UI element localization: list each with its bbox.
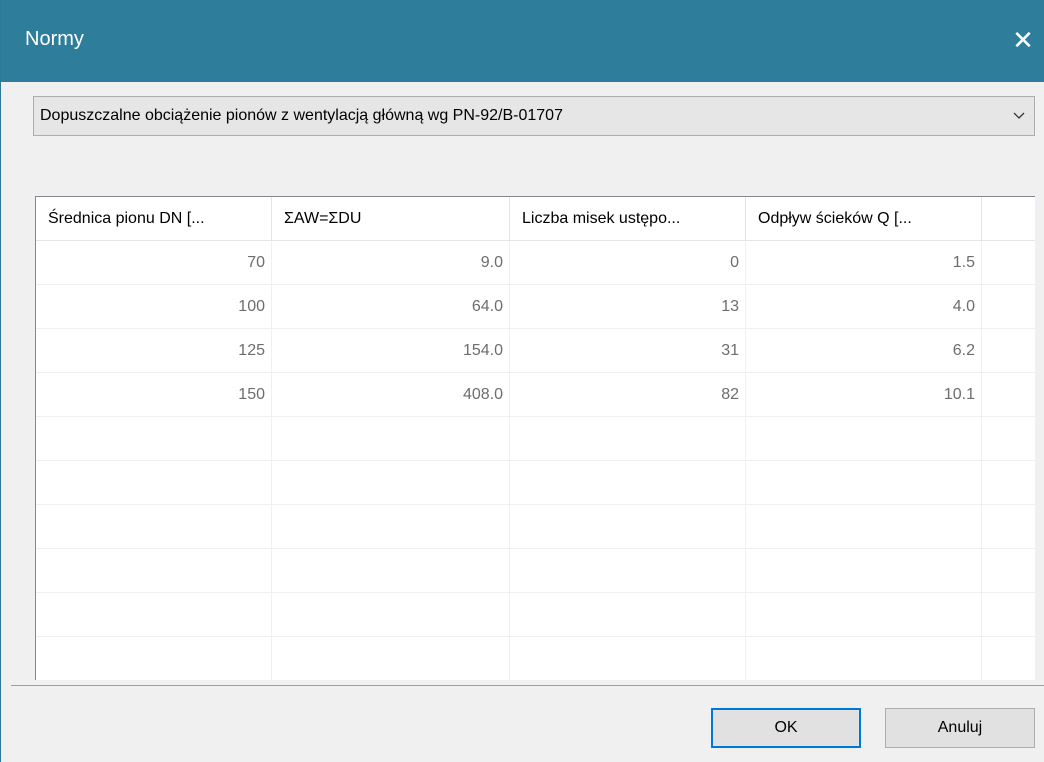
table-cell[interactable] — [272, 417, 510, 461]
column-header-diameter[interactable]: Średnica pionu DN [... — [36, 197, 272, 241]
column-header-filler — [982, 197, 1035, 241]
table-cell[interactable] — [272, 505, 510, 549]
table-cell[interactable] — [36, 461, 272, 505]
table-row[interactable] — [36, 637, 1035, 680]
table-cell[interactable]: 408.0 — [272, 373, 510, 417]
table-row[interactable]: 125 154.0 31 6.2 — [36, 329, 1035, 373]
table-cell — [982, 329, 1035, 373]
table-cell — [982, 285, 1035, 329]
table-cell[interactable] — [746, 549, 982, 593]
table-cell — [982, 505, 1035, 549]
table-cell[interactable] — [746, 417, 982, 461]
table-cell[interactable] — [36, 549, 272, 593]
table-cell[interactable] — [272, 593, 510, 637]
window-title: Normy — [25, 28, 84, 50]
table-cell — [982, 417, 1035, 461]
table-cell[interactable]: 100 — [36, 285, 272, 329]
table-cell[interactable]: 9.0 — [272, 241, 510, 285]
table-cell[interactable] — [272, 461, 510, 505]
table-row[interactable] — [36, 505, 1035, 549]
table-cell[interactable] — [746, 593, 982, 637]
close-icon[interactable]: ✕ — [1001, 18, 1044, 62]
table-header-row: Średnica pionu DN [... ΣAW=ΣDU Liczba mi… — [36, 197, 1035, 241]
table-cell — [982, 593, 1035, 637]
table-cell[interactable]: 6.2 — [746, 329, 982, 373]
table-cell[interactable] — [272, 637, 510, 680]
ok-button[interactable]: OK — [711, 708, 861, 748]
table-cell[interactable] — [36, 593, 272, 637]
column-header-toilet-count[interactable]: Liczba misek ustępo... — [510, 197, 746, 241]
table-cell — [982, 637, 1035, 680]
table-cell[interactable]: 0 — [510, 241, 746, 285]
table-row[interactable] — [36, 461, 1035, 505]
table-cell[interactable] — [746, 637, 982, 680]
title-bar[interactable]: Normy ✕ — [1, 0, 1044, 82]
table-cell[interactable]: 13 — [510, 285, 746, 329]
table-cell[interactable] — [510, 417, 746, 461]
table-cell[interactable]: 4.0 — [746, 285, 982, 329]
column-header-sum-aw-du[interactable]: ΣAW=ΣDU — [272, 197, 510, 241]
table-cell[interactable]: 154.0 — [272, 329, 510, 373]
table-cell[interactable] — [36, 637, 272, 680]
table-cell[interactable]: 10.1 — [746, 373, 982, 417]
table-row[interactable]: 70 9.0 0 1.5 — [36, 241, 1035, 285]
table-cell[interactable]: 31 — [510, 329, 746, 373]
norm-select-dropdown[interactable]: Dopuszczalne obciążenie pionów z wentyla… — [33, 96, 1035, 136]
table-cell[interactable]: 150 — [36, 373, 272, 417]
table-cell[interactable] — [746, 505, 982, 549]
table-cell[interactable] — [510, 593, 746, 637]
table-cell — [982, 461, 1035, 505]
table-cell[interactable] — [510, 637, 746, 680]
norms-table[interactable]: Średnica pionu DN [... ΣAW=ΣDU Liczba mi… — [35, 196, 1035, 680]
table-cell[interactable] — [36, 505, 272, 549]
table-cell[interactable]: 125 — [36, 329, 272, 373]
table-cell — [982, 241, 1035, 285]
table-cell[interactable] — [272, 549, 510, 593]
table-cell[interactable]: 1.5 — [746, 241, 982, 285]
table-cell[interactable] — [746, 461, 982, 505]
chevron-down-icon — [1013, 112, 1025, 119]
table-cell[interactable] — [510, 461, 746, 505]
table-cell[interactable]: 70 — [36, 241, 272, 285]
footer-divider — [11, 685, 1044, 686]
norm-select-value: Dopuszczalne obciążenie pionów z wentyla… — [40, 107, 563, 124]
table-cell[interactable] — [510, 549, 746, 593]
table-cell[interactable]: 64.0 — [272, 285, 510, 329]
column-header-outflow[interactable]: Odpływ ścieków Q [... — [746, 197, 982, 241]
table-row[interactable]: 150 408.0 82 10.1 — [36, 373, 1035, 417]
table-row[interactable] — [36, 549, 1035, 593]
table-row[interactable]: 100 64.0 13 4.0 — [36, 285, 1035, 329]
table-cell — [982, 549, 1035, 593]
table-cell[interactable]: 82 — [510, 373, 746, 417]
table-row[interactable] — [36, 593, 1035, 637]
cancel-button[interactable]: Anuluj — [885, 708, 1035, 748]
table-cell[interactable] — [36, 417, 272, 461]
table-cell — [982, 373, 1035, 417]
table-cell[interactable] — [510, 505, 746, 549]
dialog-window: Normy ✕ Dopuszczalne obciążenie pionów z… — [0, 0, 1044, 762]
table-row[interactable] — [36, 417, 1035, 461]
